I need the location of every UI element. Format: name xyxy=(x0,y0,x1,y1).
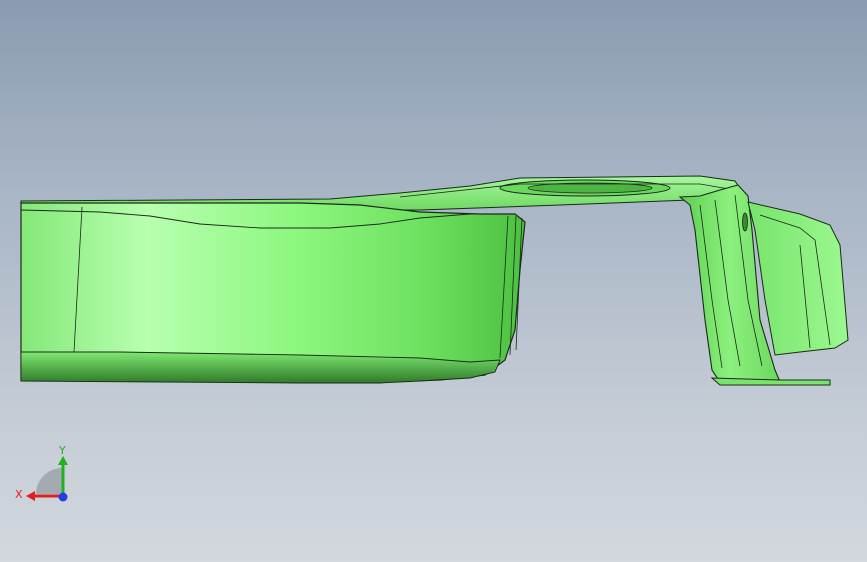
axis-triad: Y X xyxy=(15,444,68,502)
x-axis-label: X xyxy=(15,488,23,501)
z-axis-dot xyxy=(58,492,68,502)
triad-plane-indicator xyxy=(36,468,62,494)
y-axis-arrow xyxy=(58,456,68,465)
part-model[interactable] xyxy=(0,0,867,562)
x-axis-arrow xyxy=(26,491,35,501)
y-axis-label: Y xyxy=(58,444,66,457)
bracket-slot xyxy=(742,212,748,232)
top-plate-hole-inner xyxy=(527,182,653,194)
cad-3d-viewport[interactable]: Y X xyxy=(0,0,867,562)
